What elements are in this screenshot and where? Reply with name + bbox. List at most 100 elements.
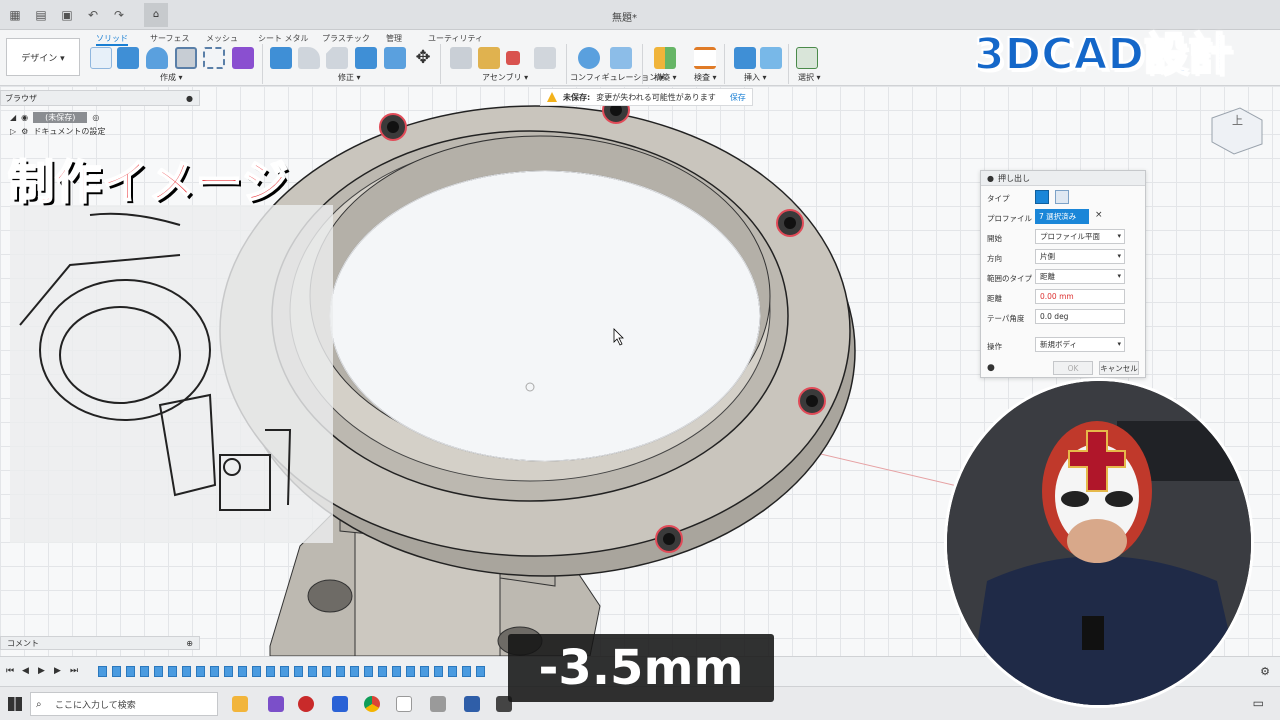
taper-input[interactable]: 0.0 deg <box>1035 309 1125 324</box>
measure-icon[interactable] <box>694 47 716 69</box>
file-explorer-icon[interactable] <box>232 696 248 712</box>
assembly-group-label[interactable]: アセンブリ ▾ <box>482 72 528 83</box>
motion-link-icon[interactable] <box>506 51 520 65</box>
redo-icon[interactable]: ↷ <box>108 4 130 26</box>
extent-type-select[interactable]: 距離 ▾ <box>1035 269 1125 284</box>
construct-group-label[interactable]: 構築 ▾ <box>654 72 677 83</box>
combine-icon[interactable] <box>355 47 377 69</box>
timeline-feature[interactable] <box>154 666 163 677</box>
timeline-feature[interactable] <box>392 666 401 677</box>
windows-start-icon[interactable] <box>8 697 22 711</box>
timeline-feature[interactable] <box>434 666 443 677</box>
clear-selection-icon[interactable]: × <box>1095 210 1103 220</box>
assembly-table-icon[interactable] <box>534 47 556 69</box>
cancel-button[interactable]: キャンセル <box>1099 361 1139 375</box>
timeline-feature[interactable] <box>420 666 429 677</box>
taskbar-search-input[interactable]: ここに入力して検索 <box>30 692 218 716</box>
move-icon[interactable]: ✥ <box>412 47 434 69</box>
workspace-switcher[interactable]: デザイン ▾ <box>6 38 80 76</box>
timeline-feature[interactable] <box>406 666 415 677</box>
timeline-feature[interactable] <box>112 666 121 677</box>
modify-group-label[interactable]: 修正 ▾ <box>338 72 361 83</box>
type-one-side-icon[interactable] <box>1035 190 1049 204</box>
inspect-group-label[interactable]: 検査 ▾ <box>694 72 717 83</box>
timeline-next-icon[interactable]: ▶ <box>54 666 61 676</box>
type-thin-icon[interactable] <box>1055 190 1069 204</box>
timeline-feature[interactable] <box>140 666 149 677</box>
direction-select[interactable]: 片側 ▾ <box>1035 249 1125 264</box>
shell-icon[interactable] <box>384 47 406 69</box>
tab-manage[interactable]: 管理 <box>386 33 402 44</box>
timeline-feature[interactable] <box>462 666 471 677</box>
extrude-icon[interactable] <box>117 47 139 69</box>
tab-mesh[interactable]: メッシュ <box>206 33 238 44</box>
configuration-group-label[interactable]: コンフィギュレーション ▾ <box>570 72 664 83</box>
browser-root-row[interactable]: ◢ ◉ (未保存) ◎ <box>10 112 99 123</box>
start-select[interactable]: プロファイル平面 ▾ <box>1035 229 1125 244</box>
configure-icon[interactable] <box>578 47 600 69</box>
configuration-table-icon[interactable] <box>610 47 632 69</box>
timeline-settings-icon[interactable]: ⚙ <box>1260 665 1270 678</box>
file-menu-icon[interactable]: ▤ <box>30 4 52 26</box>
headset-app-icon[interactable] <box>332 696 348 712</box>
timeline-feature[interactable] <box>182 666 191 677</box>
undo-icon[interactable]: ↶ <box>82 4 104 26</box>
timeline-feature[interactable] <box>448 666 457 677</box>
app-icon[interactable] <box>464 696 480 712</box>
visual-studio-icon[interactable] <box>268 696 284 712</box>
insert-group-label[interactable]: 挿入 ▾ <box>744 72 767 83</box>
tab-plastic[interactable]: プラスチック <box>322 33 370 44</box>
joint-icon[interactable] <box>450 47 472 69</box>
timeline-feature[interactable] <box>252 666 261 677</box>
timeline-feature[interactable] <box>126 666 135 677</box>
ok-button[interactable]: OK <box>1053 361 1093 375</box>
canvas-image-icon[interactable] <box>760 47 782 69</box>
select-icon[interactable] <box>796 47 818 69</box>
notification-icon[interactable]: ▭ <box>1253 696 1264 710</box>
revolve-icon[interactable] <box>146 47 168 69</box>
expand-icon[interactable]: ◢ <box>10 113 16 122</box>
select-group-label[interactable]: 選択 ▾ <box>798 72 821 83</box>
expand-icon[interactable]: ▷ <box>10 127 16 136</box>
chamfer-icon[interactable] <box>326 47 348 69</box>
timeline-feature[interactable] <box>168 666 177 677</box>
timeline-feature[interactable] <box>294 666 303 677</box>
timeline-feature[interactable] <box>364 666 373 677</box>
dialog-collapse-icon[interactable]: ● <box>987 174 994 183</box>
tab-utility[interactable]: ユーティリティ <box>428 33 483 44</box>
timeline-feature[interactable] <box>224 666 233 677</box>
create-group-label[interactable]: 作成 ▾ <box>160 72 183 83</box>
distance-input[interactable]: 0.00 mm <box>1035 289 1125 304</box>
timeline-feature[interactable] <box>322 666 331 677</box>
operation-select[interactable]: 新規ボディ ▾ <box>1035 337 1125 352</box>
timeline-last-icon[interactable]: ⏭ <box>70 666 78 676</box>
timeline-feature[interactable] <box>210 666 219 677</box>
insert-icon[interactable] <box>734 47 756 69</box>
tab-sheet-metal[interactable]: シート メタル <box>258 33 309 44</box>
timeline-feature[interactable] <box>308 666 317 677</box>
viewcube-top-label[interactable]: 上 <box>1232 112 1243 128</box>
active-radio-icon[interactable]: ◎ <box>92 113 99 122</box>
warning-save-link[interactable]: 保存 <box>730 92 746 103</box>
timeline-prev-icon[interactable]: ◀ <box>22 666 29 676</box>
timeline-first-icon[interactable]: ⏮ <box>6 666 14 676</box>
timeline-feature[interactable] <box>196 666 205 677</box>
chrome-icon[interactable] <box>364 696 380 712</box>
browser-doc-settings-row[interactable]: ▷ ⚙ ドキュメントの設定 <box>10 126 105 137</box>
save-icon[interactable]: ▣ <box>56 4 78 26</box>
notepad-icon[interactable] <box>396 696 412 712</box>
timeline-feature[interactable] <box>238 666 247 677</box>
dialog-header[interactable]: ● 押し出し <box>981 171 1145 186</box>
home-icon[interactable]: ⌂ <box>144 2 168 27</box>
timeline-feature[interactable] <box>266 666 275 677</box>
comment-panel[interactable]: コメント ⊕ <box>0 636 200 650</box>
profile-selection[interactable]: 7 選択済み <box>1035 209 1089 224</box>
timeline-feature[interactable] <box>378 666 387 677</box>
timeline-feature[interactable] <box>350 666 359 677</box>
press-pull-icon[interactable] <box>270 47 292 69</box>
tab-surface[interactable]: サーフェス <box>150 33 190 44</box>
timeline-play-icon[interactable]: ▶ <box>38 666 45 676</box>
visibility-eye-icon[interactable]: ◉ <box>21 113 28 122</box>
app-icon[interactable] <box>430 696 446 712</box>
construct-plane-icon[interactable] <box>654 47 676 69</box>
